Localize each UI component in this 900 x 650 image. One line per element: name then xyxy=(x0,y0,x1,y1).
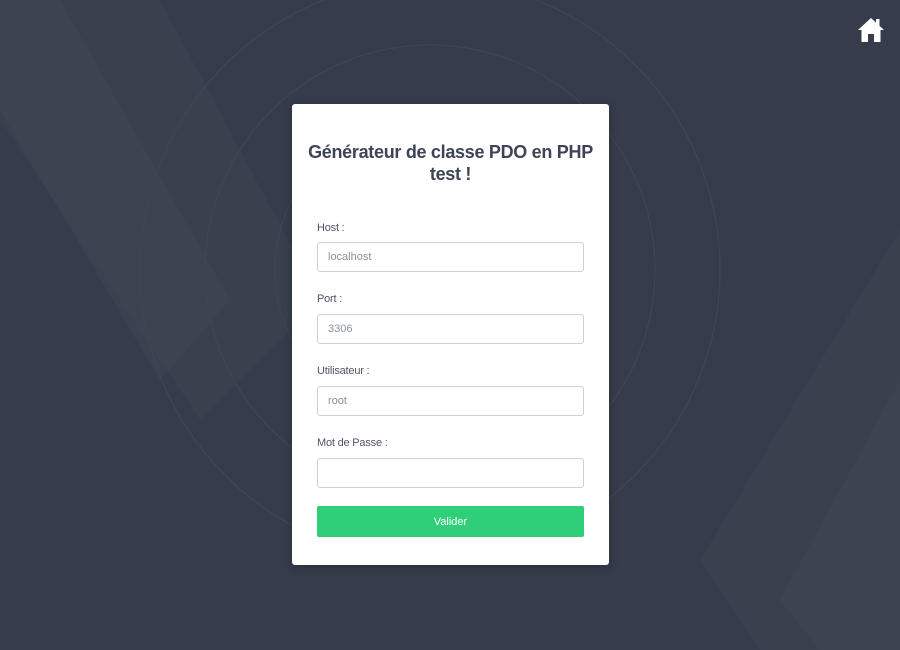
password-input[interactable] xyxy=(317,458,584,488)
page-title-line1: Générateur de classe PDO en PHP xyxy=(308,142,593,162)
page-title: Générateur de classe PDO en PHP test ! xyxy=(292,141,609,185)
host-label: Host : xyxy=(317,222,345,234)
port-label: Port : xyxy=(317,293,343,305)
form-card: Générateur de classe PDO en PHP test ! H… xyxy=(292,104,609,565)
user-label: Utilisateur : xyxy=(317,365,370,377)
home-button[interactable] xyxy=(856,16,886,44)
port-input[interactable] xyxy=(317,314,584,344)
submit-button[interactable]: Valider xyxy=(317,506,584,537)
home-icon xyxy=(858,18,884,42)
page-title-line2: test ! xyxy=(429,164,472,184)
host-input[interactable] xyxy=(317,242,584,272)
password-label: Mot de Passe : xyxy=(317,437,388,449)
user-input[interactable] xyxy=(317,386,584,416)
